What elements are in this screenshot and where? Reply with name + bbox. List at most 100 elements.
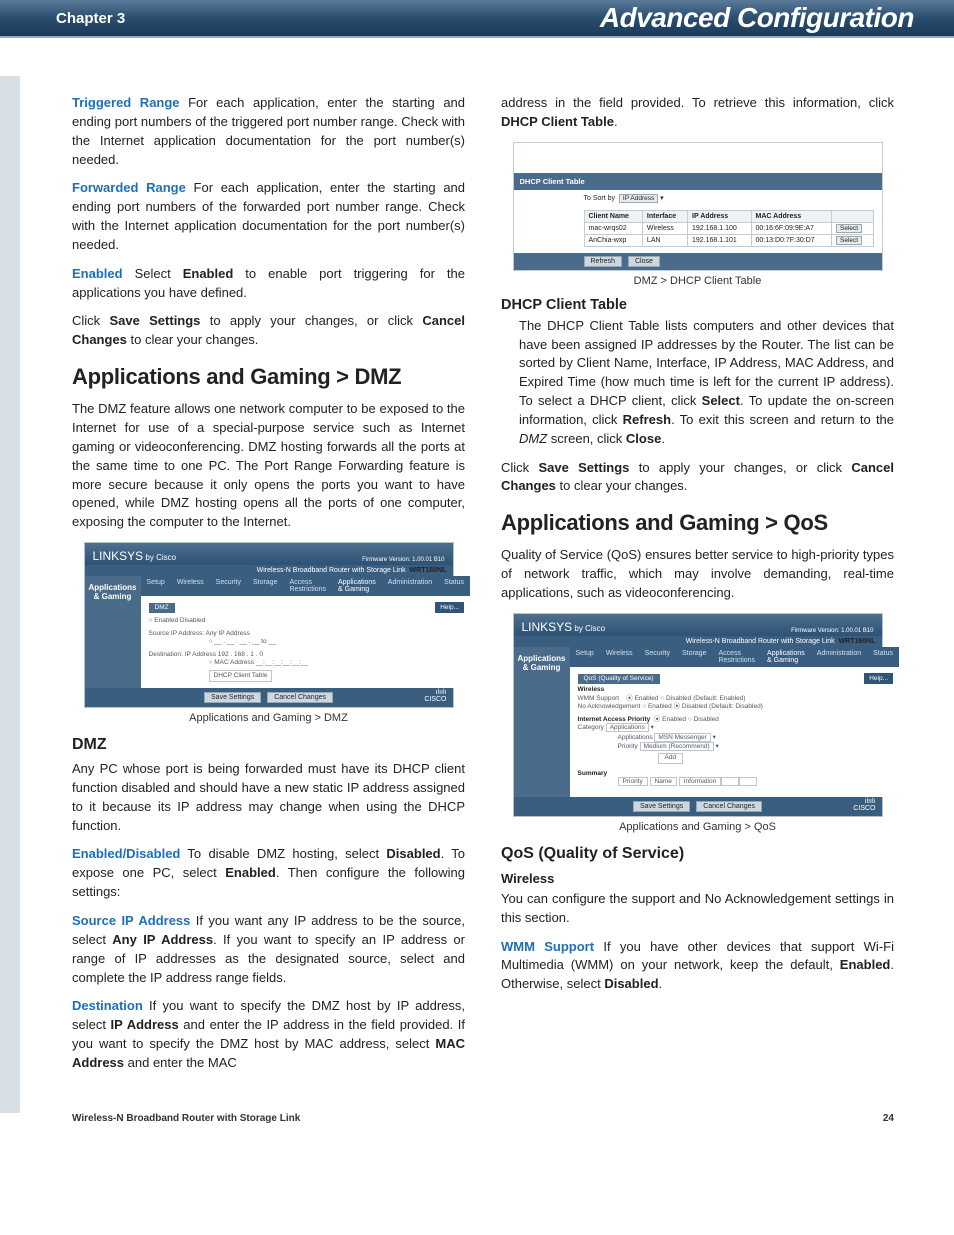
- save-btn: Save Settings: [204, 692, 261, 703]
- cancel-btn: Cancel Changes: [696, 801, 762, 812]
- table-row: AnChia-wxp LAN 192.168.1.101 00:13:D0:7F…: [584, 234, 873, 246]
- heading-apps-gaming-qos: Applications and Gaming > QoS: [501, 510, 894, 536]
- th: Priority: [618, 777, 648, 786]
- strong: Enabled: [840, 957, 891, 972]
- heading-dmz: DMZ: [72, 736, 465, 754]
- para-triggered-range: Triggered Range For each application, en…: [72, 94, 465, 169]
- strong: Refresh: [623, 412, 671, 427]
- td: Wireless: [642, 222, 687, 234]
- para-enabled-disabled: Enabled/Disabled To disable DMZ hosting,…: [72, 845, 465, 902]
- row: Internet Access Priority: [578, 716, 651, 723]
- dhcp-table: Client Name Interface IP Address MAC Add…: [584, 210, 874, 247]
- strong: Save Settings: [109, 313, 200, 328]
- row: Priority: [618, 743, 638, 750]
- opt: Enabled: [635, 695, 659, 702]
- screenshot-dmz: LINKSYS by Cisco Firmware Version: 1.00.…: [84, 542, 454, 708]
- th: MAC Address: [751, 210, 832, 222]
- text: screen, click: [547, 431, 626, 446]
- subtitle: Wireless-N Broadband Router with Storage…: [686, 638, 835, 645]
- footer-product: Wireless-N Broadband Router with Storage…: [72, 1113, 300, 1124]
- brand-by: by Cisco: [572, 624, 605, 633]
- tab: Administration: [382, 576, 438, 596]
- fw-version: Firmware Version: 1.00.01 B10: [362, 557, 444, 563]
- page-header: Chapter 3 Advanced Configuration: [0, 0, 954, 38]
- text: . To exit this screen and return to the: [671, 412, 894, 427]
- brand: LINKSYS: [522, 620, 573, 634]
- cisco-text: CISCO: [424, 696, 446, 703]
- strong: IP Address: [111, 1017, 179, 1032]
- tab: Applications & Gaming: [332, 576, 382, 596]
- save-btn: Save Settings: [633, 801, 690, 812]
- tab: Storage: [247, 576, 284, 596]
- th: [739, 777, 757, 786]
- tab: Access Restrictions: [712, 647, 761, 667]
- td: 00:16:6F:09:9E:A7: [751, 222, 832, 234]
- strong: Disabled: [386, 846, 440, 861]
- text: .: [614, 114, 618, 129]
- heading-wireless: Wireless: [501, 871, 894, 886]
- tab: Wireless: [600, 647, 639, 667]
- figure-dhcp-table: DHCP Client Table To Sort by IP Address …: [501, 142, 894, 287]
- tab-row: Setup Wireless Security Storage Access R…: [570, 647, 900, 667]
- text: to apply your changes, or click: [200, 313, 422, 328]
- text: address in the field provided. To retrie…: [501, 95, 894, 110]
- opt: Disabled: [694, 716, 719, 723]
- fw-version: Firmware Version: 1.00.01 B10: [791, 628, 873, 634]
- row: No Acknowledgement: [578, 703, 641, 710]
- tab: Access Restrictions: [283, 576, 332, 596]
- row: Source IP Address: Any IP Address: [149, 630, 250, 637]
- close-btn: Close: [628, 256, 660, 267]
- para-wmm: WMM Support If you have other devices th…: [501, 938, 894, 995]
- tab: Wireless: [171, 576, 210, 596]
- page-footer: Wireless-N Broadband Router with Storage…: [0, 1113, 954, 1144]
- td: 00:13:D0:7F:30:D7: [751, 234, 832, 246]
- text: to clear your changes.: [556, 478, 688, 493]
- cancel-btn: Cancel Changes: [267, 692, 333, 703]
- term-enabled: Enabled: [72, 266, 123, 281]
- tab: Security: [639, 647, 676, 667]
- left-column: Triggered Range For each application, en…: [72, 94, 465, 1083]
- term-source-ip: Source IP Address: [72, 913, 190, 928]
- strong: Any IP Address: [112, 932, 213, 947]
- strong: Enabled: [183, 266, 234, 281]
- footer-page-number: 24: [883, 1113, 894, 1124]
- term-destination: Destination: [72, 998, 143, 1013]
- sel: Applications: [606, 723, 649, 732]
- th: [721, 777, 739, 786]
- section-label: DMZ: [149, 603, 175, 613]
- tab-row: Setup Wireless Security Storage Access R…: [141, 576, 471, 596]
- row: Enabled Disabled: [154, 617, 205, 624]
- th: Information: [679, 777, 722, 786]
- strong: Select: [702, 393, 740, 408]
- side-label: Applications & Gaming: [514, 647, 570, 797]
- row: WMM Support: [578, 695, 620, 702]
- sortby-value: IP Address: [619, 194, 658, 203]
- term-triggered-range: Triggered Range: [72, 95, 180, 110]
- model: WRT160NL: [410, 567, 447, 574]
- td: 192.168.1.101: [688, 234, 752, 246]
- th: [832, 210, 873, 222]
- para-qos-intro: Quality of Service (QoS) ensures better …: [501, 546, 894, 603]
- strong: Enabled: [225, 865, 276, 880]
- text: Click: [501, 460, 538, 475]
- td: LAN: [642, 234, 687, 246]
- strong: DHCP Client Table: [501, 114, 614, 129]
- def: (Default: Disabled): [709, 703, 763, 710]
- def: (Default: Enabled): [693, 695, 745, 702]
- screenshot-dhcp: DHCP Client Table To Sort by IP Address …: [513, 142, 883, 271]
- para-dmz-intro: The DMZ feature allows one network compu…: [72, 400, 465, 532]
- para-enabled: Enabled Select Enabled to enable port tr…: [72, 265, 465, 303]
- text: .: [661, 431, 665, 446]
- para-source-ip: Source IP Address If you want any IP add…: [72, 912, 465, 987]
- sortby-label: To Sort by: [584, 195, 616, 202]
- th: Interface: [642, 210, 687, 222]
- tab: Security: [210, 576, 247, 596]
- tab: Status: [438, 576, 470, 596]
- para-destination: Destination If you want to specify the D…: [72, 997, 465, 1072]
- text: and enter the MAC: [124, 1055, 237, 1070]
- strong: Close: [626, 431, 661, 446]
- th: Client Name: [584, 210, 642, 222]
- table-row: mac-wrqs02 Wireless 192.168.1.100 00:16:…: [584, 222, 873, 234]
- figure-dmz-caption: Applications and Gaming > DMZ: [72, 712, 465, 724]
- brand: LINKSYS: [93, 549, 144, 563]
